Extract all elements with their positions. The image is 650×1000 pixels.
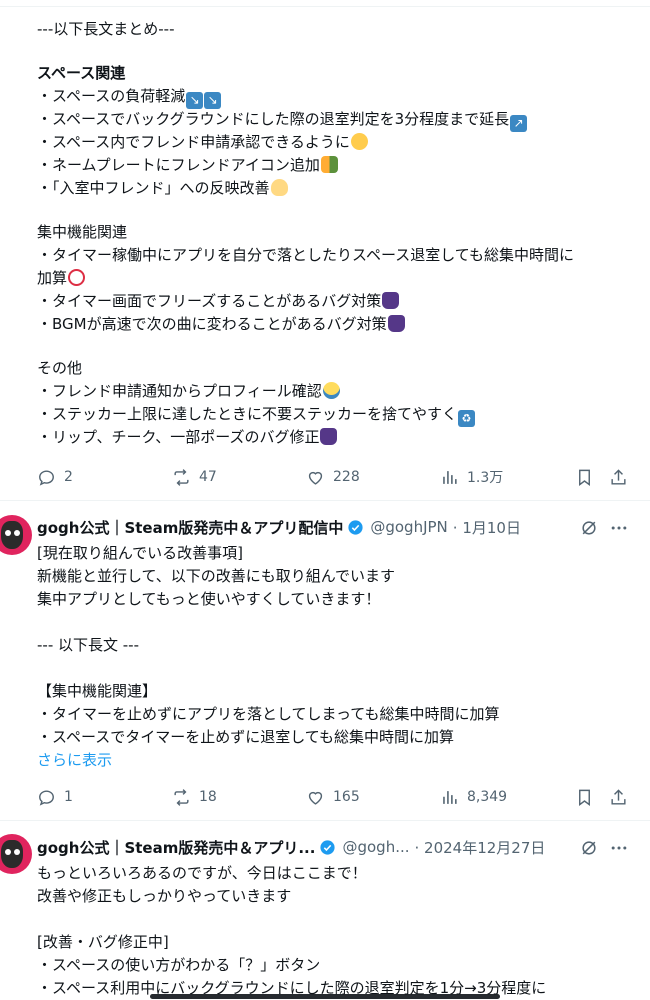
arrow-down-right-icon: ↘	[204, 92, 222, 109]
like-button[interactable]: 228	[306, 465, 360, 489]
author-name[interactable]: gogh公式｜Steam版発売中＆アプリ...	[37, 837, 315, 858]
bookmark-button[interactable]	[575, 785, 602, 809]
views-icon	[443, 470, 457, 484]
person-raising-hand-icon	[322, 382, 340, 399]
post-date[interactable]: · 1月10日	[453, 517, 521, 538]
post-text-line: ・ネームプレートにフレンドアイコン追加	[37, 154, 338, 176]
post-text-line: ・スペースの負荷軽減 ↘ ↘	[37, 85, 222, 109]
post-text-line: 集中アプリとしてもっと使いやすくしていきます！	[37, 590, 381, 608]
post-text-line: ・タイマーを止めずにアプリを落としてしまっても総集中時間に加算	[37, 705, 500, 723]
post-text-line: 【集中機能関連】	[37, 682, 158, 700]
space-invader-icon	[387, 315, 405, 332]
post-text-line: 新機能と並行して、以下の改善にも取り組んでいます	[37, 567, 396, 585]
share-icon	[611, 468, 626, 485]
more-options-icon[interactable]	[609, 518, 629, 538]
post-text-line: 集中機能関連	[37, 223, 128, 241]
bookmark-icon	[579, 469, 590, 486]
repost-button[interactable]: 18	[172, 785, 217, 809]
people-holding-hands-icon	[320, 156, 338, 173]
reply-icon	[39, 469, 54, 486]
post-text-line: 改善や修正もしっかりやっていきます	[37, 887, 292, 905]
post-text-line: ・スペース内でフレンド申請承認できるように	[37, 131, 368, 153]
post-text-line: ・タイマー稼働中にアプリを自分で落としたりスペース退室しても総集中時間に	[37, 246, 575, 264]
top-divider	[0, 6, 650, 7]
repost-icon	[174, 468, 189, 486]
post-text-line: ・スペースでバックグラウンドにした際の退室判定を3分程度まで延長 ↗	[37, 108, 528, 132]
space-invader-icon	[320, 428, 338, 445]
post-header: gogh公式｜Steam版発売中＆アプリ配信中 @goghJPN · 1月10日	[37, 516, 521, 538]
author-name[interactable]: gogh公式｜Steam版発売中＆アプリ配信中	[37, 517, 343, 538]
verified-badge-icon	[320, 839, 336, 855]
post-actions: 2 47 228 1.3万	[0, 465, 650, 489]
home-indicator	[150, 994, 500, 999]
post-date[interactable]: · 2024年12月27日	[415, 837, 546, 858]
post-actions: 1 18 165 8,349	[0, 785, 650, 809]
views-count: 1.3万	[467, 470, 504, 486]
post-header: gogh公式｜Steam版発売中＆アプリ... @gogh... · 2024年…	[37, 836, 545, 858]
light-bulb-icon	[270, 179, 288, 196]
share-icon	[611, 788, 626, 805]
like-icon	[308, 471, 323, 485]
post-text-line: 加算	[37, 267, 86, 289]
reply-button[interactable]: 1	[37, 785, 73, 809]
reply-count: 2	[64, 469, 73, 485]
repost-count: 47	[199, 469, 217, 485]
post-text-line: ・タイマー画面でフリーズすることがあるバグ対策	[37, 290, 400, 312]
repost-icon	[174, 788, 189, 806]
like-count: 165	[333, 789, 360, 805]
post-text-line: ・「入室中フレンド」への反映改善	[37, 177, 288, 199]
grok-icon[interactable]	[579, 518, 599, 538]
post-text-line: スペース関連	[37, 64, 126, 82]
more-options-icon[interactable]	[609, 838, 629, 858]
grok-icon[interactable]	[579, 838, 599, 858]
post-divider	[0, 500, 650, 501]
avatar[interactable]	[0, 515, 32, 555]
avatar[interactable]	[0, 834, 32, 874]
arrow-down-right-icon: ↘	[186, 92, 204, 109]
like-icon	[308, 791, 323, 805]
share-button[interactable]	[609, 785, 636, 809]
like-count: 228	[333, 469, 360, 485]
share-button[interactable]	[609, 465, 636, 489]
views-count: 8,349	[467, 789, 508, 805]
timer-clock-icon	[68, 269, 86, 286]
reply-count: 1	[64, 789, 73, 805]
author-handle[interactable]: @gogh...	[342, 838, 409, 856]
verified-badge-icon	[348, 519, 363, 535]
show-more-link[interactable]: さらに表示	[37, 749, 112, 771]
author-handle[interactable]: @goghJPN	[370, 518, 447, 536]
views-button[interactable]: 8,349	[440, 785, 507, 809]
post-text-line: ・スペースでタイマーを止めずに退室しても総集中時間に加算	[37, 728, 455, 746]
person-gesture-icon	[350, 133, 368, 150]
litter-bin-icon: ♻	[458, 410, 476, 427]
post-text-line: [現在取り組んでいる改善事項]	[37, 544, 243, 562]
post-text-line: ・ステッカー上限に達したときに不要ステッカーを捨てやすく ♻	[37, 403, 476, 427]
like-button[interactable]: 165	[306, 785, 360, 809]
bookmark-button[interactable]	[575, 465, 602, 489]
reply-icon	[39, 789, 54, 806]
bookmark-icon	[579, 789, 590, 806]
views-button[interactable]: 1.3万	[440, 465, 503, 489]
repost-button[interactable]: 47	[172, 465, 217, 489]
post-text-line: [改善・バグ修正中]	[37, 933, 169, 951]
post-divider	[0, 820, 650, 821]
views-icon	[443, 790, 457, 804]
post-text-line: その他	[37, 359, 83, 377]
post-text-line: ---以下長文まとめ---	[37, 20, 175, 38]
post-text-line: --- 以下長文 ---	[37, 636, 140, 654]
repost-count: 18	[199, 789, 217, 805]
post-text-line: ・フレンド申請通知からプロフィール確認	[37, 380, 340, 402]
arrow-up-right-icon: ↗	[510, 115, 528, 132]
reply-button[interactable]: 2	[37, 465, 73, 489]
post-text-line: もっといろいろあるのですが、今日はここまで！	[37, 864, 367, 882]
post-text-line: ・スペースの使い方がわかる「？」ボタン	[37, 956, 321, 974]
post-text-line: ・リップ、チーク、一部ポーズのバグ修正	[37, 426, 338, 448]
post-text-line: ・BGMが高速で次の曲に変わることがあるバグ対策	[37, 313, 405, 335]
space-invader-icon	[382, 292, 400, 309]
